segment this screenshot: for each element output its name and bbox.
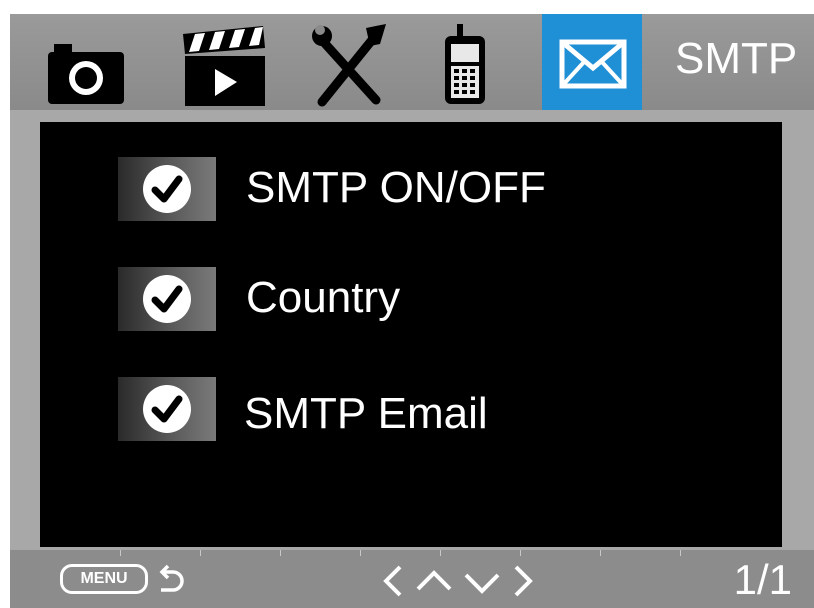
envelope-icon [559,39,627,89]
divider [600,550,601,556]
page-title: SMTP [675,34,798,83]
divider [280,550,281,556]
cellular-device-icon [445,24,485,104]
menu-panel: SMTP ON/OFF Country SMTP Email [40,122,782,547]
tab-video[interactable] [175,14,270,110]
right-arrow-icon[interactable] [514,565,533,597]
down-arrow-icon[interactable] [464,573,500,594]
checkbox[interactable] [118,267,216,331]
menu-button[interactable]: MENU [60,564,148,594]
content-frame: SMTP ON/OFF Country SMTP Email [10,110,814,550]
tab-smtp[interactable] [542,14,642,110]
camera-settings-screen: SMTP SMTP ON/OFF Country SMTP Email MENU… [0,0,814,608]
divider [680,550,681,556]
tools-icon [312,24,386,107]
menu-item-label: SMTP ON/OFF [246,163,546,212]
tab-camera[interactable] [40,14,130,110]
divider [120,550,121,556]
video-clapper-icon [183,26,265,106]
divider [520,550,521,556]
tab-network[interactable] [435,14,495,110]
menu-item-label: SMTP Email [244,389,488,438]
checkbox[interactable] [118,157,216,221]
camera-icon [48,44,124,104]
checkmark-icon [143,165,191,213]
bottom-bar: MENU 1/1 [10,550,814,608]
left-arrow-icon[interactable] [383,565,402,597]
divider [200,550,201,556]
navigation-arrows [383,565,533,597]
checkmark-icon [143,275,191,323]
tab-bar: SMTP [10,14,814,110]
checkbox[interactable] [118,377,216,441]
divider [360,550,361,556]
menu-item-smtp-email[interactable]: SMTP Email [118,377,718,443]
menu-item-country[interactable]: Country [118,267,718,333]
up-arrow-icon[interactable] [416,570,452,591]
tab-tools[interactable] [310,14,390,110]
menu-item-label: Country [246,273,401,322]
back-arrow-icon[interactable] [153,563,189,597]
page-indicator: 1/1 [733,556,792,603]
menu-item-smtp-on-off[interactable]: SMTP ON/OFF [118,157,718,223]
checkmark-icon [143,385,191,433]
divider [440,550,441,556]
